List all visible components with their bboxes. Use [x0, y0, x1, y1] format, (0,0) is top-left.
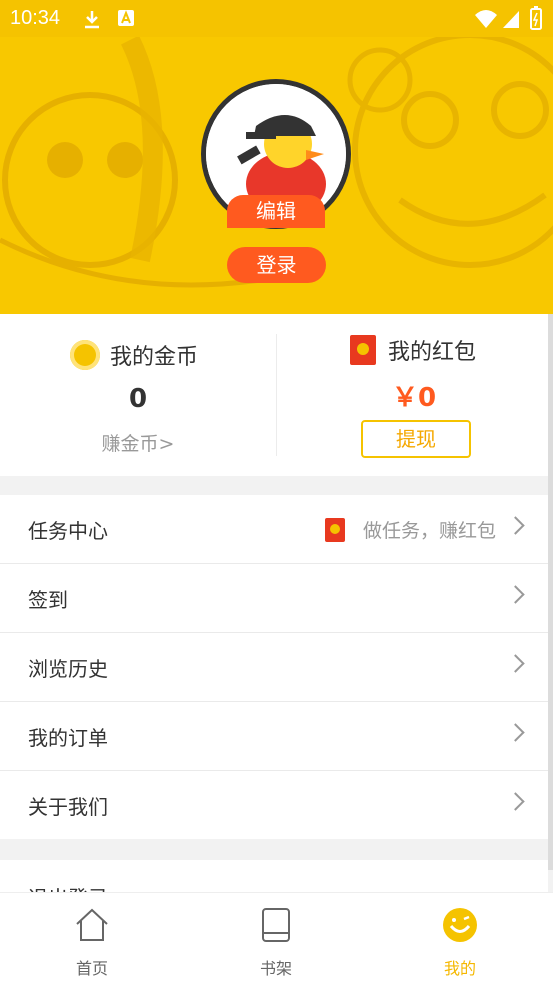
- home-icon: [76, 908, 108, 941]
- red-packet-icon: [350, 335, 376, 365]
- battery-icon: [530, 6, 542, 30]
- menu-item-label: 我的订单: [28, 726, 108, 750]
- menu-item-label: 签到: [28, 588, 68, 612]
- scrollbar[interactable]: [548, 314, 553, 870]
- red-packet-title[interactable]: 我的红包: [350, 334, 476, 366]
- menu-item-orders[interactable]: 我的订单: [0, 702, 548, 771]
- coin-icon: [70, 340, 100, 370]
- status-bar: 10:34: [0, 0, 553, 37]
- bookshelf-icon: [262, 908, 290, 942]
- tab-label: 首页: [75, 959, 108, 978]
- menu-item-label: 任务中心: [28, 519, 108, 543]
- task-center-hint: 做任务，赚红包: [324, 516, 496, 543]
- tab-label: 书架: [259, 959, 292, 978]
- coins-value: 0: [128, 384, 148, 414]
- menu-item-sign-in[interactable]: 签到: [0, 564, 548, 633]
- coins-title[interactable]: 我的金币: [70, 339, 198, 371]
- chevron-right-icon: [506, 723, 525, 742]
- login-button[interactable]: 登录: [227, 247, 326, 283]
- wifi-icon: [475, 10, 497, 28]
- menu-item-label: 浏览历史: [28, 657, 108, 681]
- menu-item-label: 关于我们: [28, 795, 108, 819]
- status-time: 10:34: [10, 7, 61, 29]
- menu-item-about[interactable]: 关于我们: [0, 771, 548, 839]
- chevron-right-icon: [506, 585, 525, 604]
- menu-item-history[interactable]: 浏览历史: [0, 633, 548, 702]
- red-packet-title-label: 我的红包: [388, 340, 477, 365]
- download-icon: [85, 11, 99, 29]
- tab-bookshelf[interactable]: 书架: [184, 893, 368, 985]
- menu-list: 任务中心 做任务，赚红包 签到 浏览历史 我的订单 关于我们: [0, 495, 548, 839]
- withdraw-button[interactable]: 提现: [361, 420, 471, 458]
- tab-profile[interactable]: 我的: [368, 893, 552, 985]
- coins-title-label: 我的金币: [110, 345, 199, 370]
- tab-label: 我的: [443, 959, 476, 978]
- chevron-right-icon: [506, 516, 525, 535]
- edit-avatar-button[interactable]: 编辑: [227, 195, 325, 228]
- wallet-panel: 我的金币 0 赚金币> 我的红包 ￥0 提现: [0, 314, 548, 476]
- chevron-right-icon: [506, 654, 525, 673]
- earn-coins-link[interactable]: 赚金币>: [0, 429, 276, 456]
- bottom-tab-bar: 首页 书架 我的: [0, 892, 553, 985]
- signal-icon: [503, 11, 519, 28]
- chevron-right-icon: [506, 792, 525, 811]
- tab-home[interactable]: 首页: [0, 893, 184, 985]
- task-center-hint-text: 做任务，赚红包: [362, 520, 496, 542]
- app-notification-icon: [118, 10, 134, 26]
- red-packet-icon: [324, 517, 345, 542]
- profile-smile-icon: [443, 908, 477, 942]
- red-packet-value: ￥0: [391, 383, 437, 413]
- menu-item-task-center[interactable]: 任务中心 做任务，赚红包: [0, 495, 548, 564]
